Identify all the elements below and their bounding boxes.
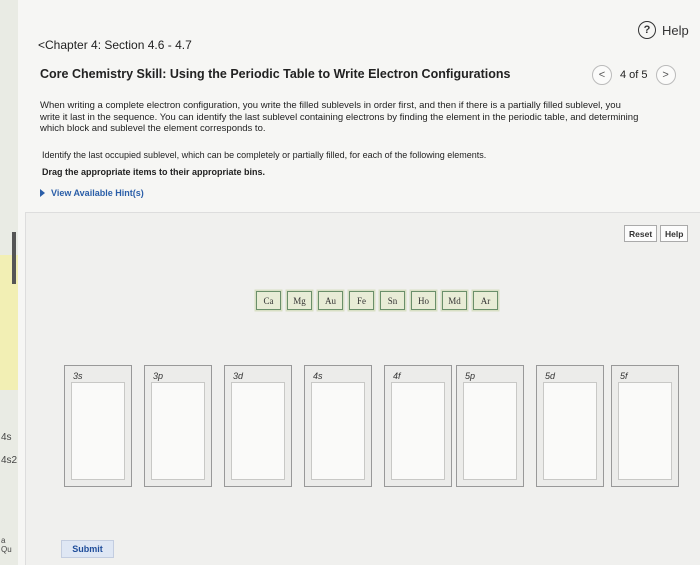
bin-label: 4f [393,371,401,381]
bin-5d[interactable]: 5d [536,365,604,487]
draggable-item-md[interactable]: Md [442,291,467,310]
drop-zone[interactable] [543,382,597,480]
bin-5p[interactable]: 5p [456,365,524,487]
question-circle-icon: ? [638,21,656,39]
triangle-right-icon [40,189,45,197]
draggable-item-au[interactable]: Au [318,291,343,310]
page-title: Core Chemistry Skill: Using the Periodic… [40,67,511,81]
drop-zone[interactable] [463,382,517,480]
bin-label: 3d [233,371,244,381]
background-window-strip: 4s 4s2 a Qu [0,0,18,565]
drop-zone[interactable] [151,382,205,480]
pager-label: 4 of 5 [620,69,648,81]
draggable-item-sn[interactable]: Sn [380,291,405,310]
next-button[interactable]: > [655,65,676,85]
drag-instruction: Drag the appropriate items to their appr… [42,167,266,177]
bin-4f[interactable]: 4f [384,365,452,487]
prev-button[interactable]: < [592,65,612,85]
bin-4s[interactable]: 4s [304,365,372,487]
background-text: a Qu [1,536,12,554]
drag-drop-area: Reset Help Ca Mg Au Fe Sn Ho Md Ar 3s 3p… [25,212,700,565]
scroll-indicator [12,232,16,284]
background-text: 4s [1,432,12,443]
drop-zone[interactable] [71,382,125,480]
hints-label: View Available Hint(s) [51,188,144,198]
draggable-items: Ca Mg Au Fe Sn Ho Md Ar [256,291,498,310]
drop-zone[interactable] [391,382,445,480]
draggable-item-ar[interactable]: Ar [473,291,498,310]
intro-text: When writing a complete electron configu… [40,100,639,134]
bin-label: 5d [545,371,556,381]
bin-label: 5f [620,371,628,381]
bin-label: 3p [153,371,164,381]
bin-3d[interactable]: 3d [224,365,292,487]
bin-label: 4s [313,371,323,381]
drop-zone[interactable] [231,382,285,480]
drop-zone[interactable] [311,382,365,480]
draggable-item-ca[interactable]: Ca [256,291,281,310]
draggable-item-fe[interactable]: Fe [349,291,374,310]
chapter-breadcrumb[interactable]: <Chapter 4: Section 4.6 - 4.7 [38,38,192,52]
pager: < 4 of 5 > [592,65,676,85]
draggable-item-mg[interactable]: Mg [287,291,312,310]
submit-button[interactable]: Submit [61,540,114,558]
help-button[interactable]: Help [660,225,689,242]
bin-3s[interactable]: 3s [64,365,132,487]
help-label: Help [662,22,689,38]
background-text: 4s2 [1,455,18,466]
bin-3p[interactable]: 3p [144,365,212,487]
help-link[interactable]: ? Help [638,21,689,39]
draggable-item-ho[interactable]: Ho [411,291,436,310]
bin-label: 3s [73,371,83,381]
bin-label: 5p [465,371,476,381]
instruction-text: Identify the last occupied sublevel, whi… [42,150,487,160]
bin-5f[interactable]: 5f [611,365,679,487]
view-hints-link[interactable]: View Available Hint(s) [40,188,144,198]
reset-button[interactable]: Reset [624,225,658,242]
drop-zone[interactable] [618,382,672,480]
